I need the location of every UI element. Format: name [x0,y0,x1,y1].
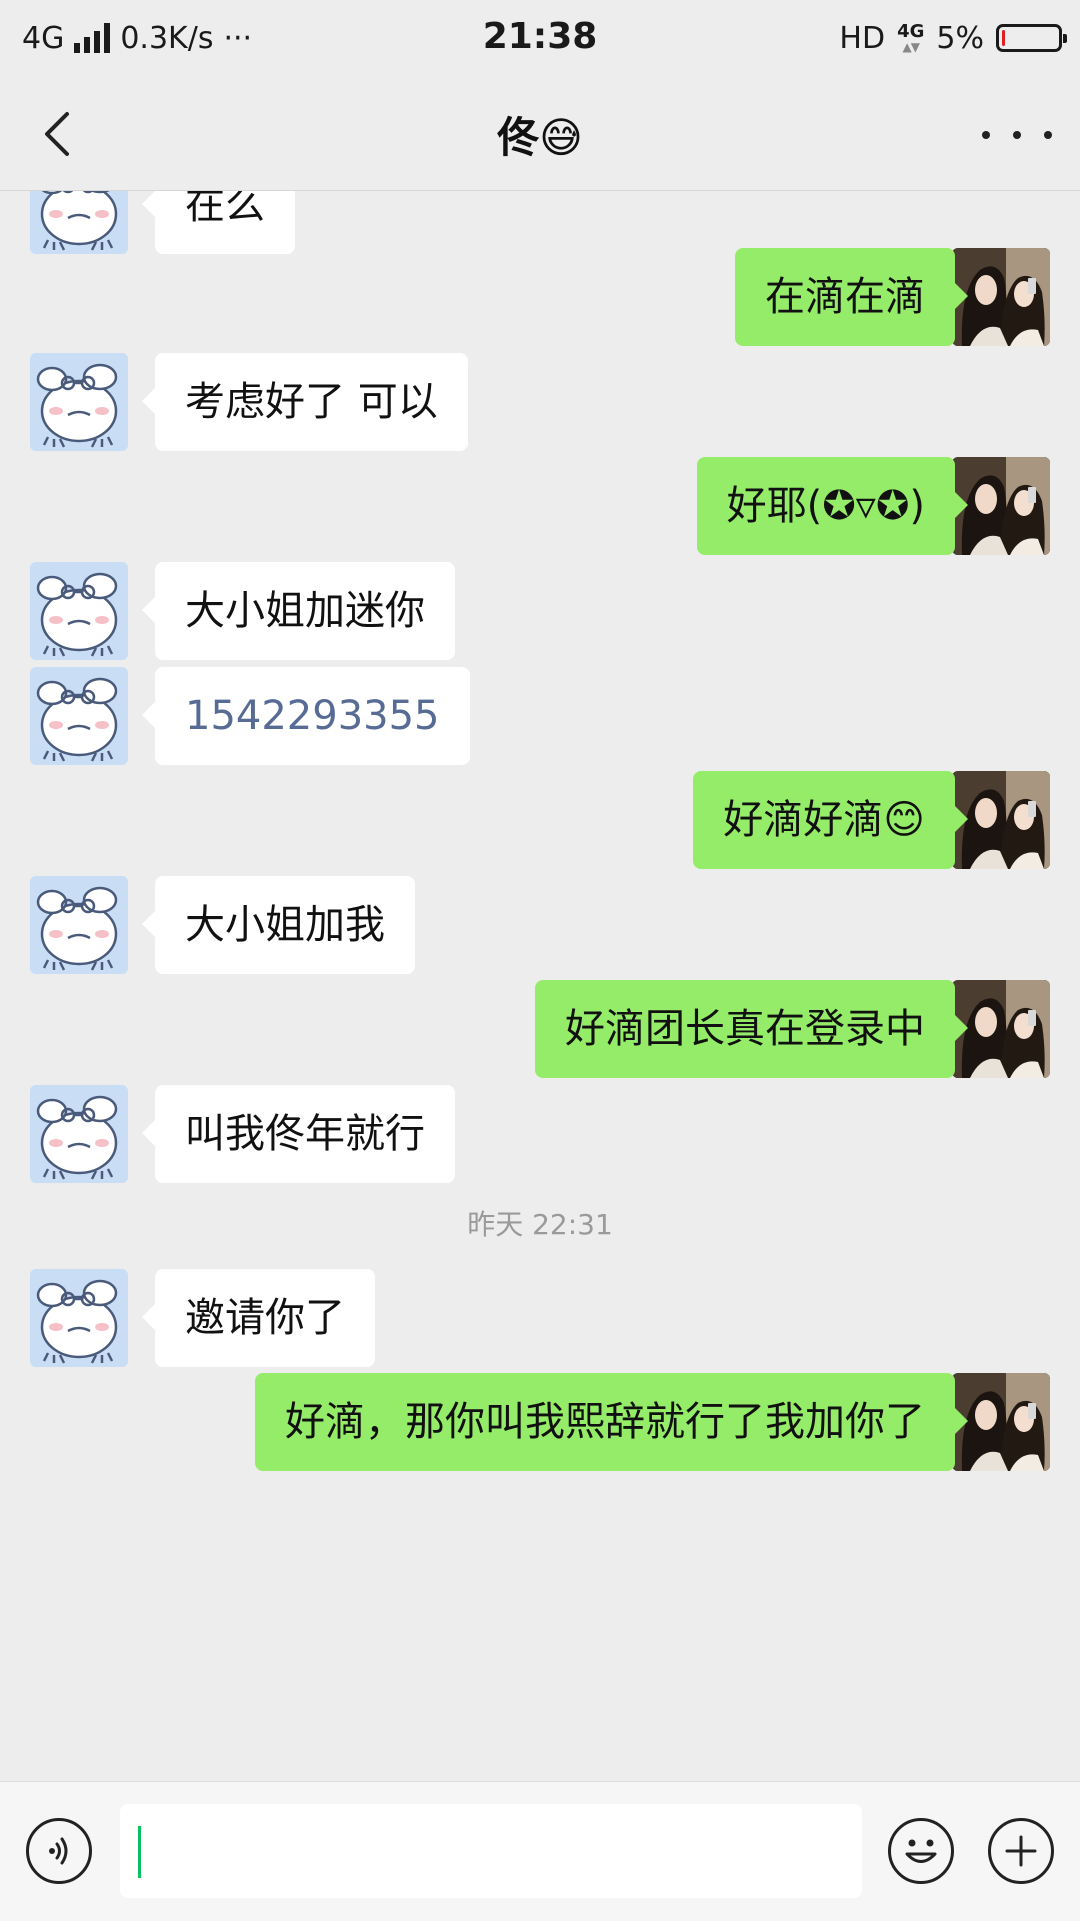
battery-level [1002,30,1005,46]
contact-avatar[interactable] [30,353,128,451]
data-arrows-icon: ▲▼ [902,40,920,54]
outgoing-message-bubble[interactable]: 在滴在滴 [735,248,968,346]
emoji-button[interactable] [888,1818,954,1884]
incoming-message-bubble[interactable]: 1542293355 [142,667,470,765]
message-input[interactable] [120,1804,862,1898]
contact-avatar[interactable] [30,1269,128,1367]
message-list[interactable]: 在么 在滴在滴 考虑好了 可以 好耶(✪▿✪) 大小姐加迷你 154229335… [0,191,1080,1781]
outgoing-message-bubble[interactable]: 好耶(✪▿✪) [696,457,969,555]
text-caret [138,1826,141,1878]
plus-button[interactable] [988,1818,1054,1884]
incoming-message-bubble[interactable]: 在么 [142,191,295,254]
emoji-icon [905,1839,937,1863]
incoming-message-bubble[interactable]: 邀请你了 [142,1269,375,1367]
contact-avatar[interactable] [30,667,128,765]
status-bar: 4G 0.3K/s ··· 21:38 HD 4G ▲▼ 5% [0,0,1080,76]
outgoing-message-bubble[interactable]: 好滴，那你叫我熙辞就行了我加你了 [255,1373,968,1471]
plus-icon [1005,1835,1037,1867]
more-dots-icon [982,131,990,139]
contact-avatar[interactable] [30,876,128,974]
incoming-message-bubble[interactable]: 考虑好了 可以 [142,353,468,451]
hd-label: HD [839,20,886,56]
message-timestamp: 昨天 22:31 [467,1208,613,1241]
battery-percent: 5% [936,20,984,56]
contact-avatar[interactable] [30,191,128,254]
voice-button[interactable] [26,1818,92,1884]
outgoing-message-bubble[interactable]: 好滴团长真在登录中 [535,980,968,1078]
contact-avatar[interactable] [30,562,128,660]
data-network-label: 4G [897,21,925,42]
incoming-message-bubble[interactable]: 叫我佟年就行 [142,1085,455,1183]
more-button[interactable] [982,110,1052,160]
incoming-message-bubble[interactable]: 大小姐加我 [142,876,415,974]
battery-icon [996,24,1067,52]
incoming-message-bubble[interactable]: 大小姐加迷你 [142,562,455,660]
input-bar [0,1781,1080,1921]
chat-title: 佟😅 [497,113,583,162]
voice-icon [49,1837,68,1865]
contact-avatar[interactable] [30,1085,128,1183]
outgoing-message-bubble[interactable]: 好滴好滴😊 [693,771,968,869]
data-network-icon: 4G ▲▼ [897,21,925,54]
status-right: HD 4G ▲▼ 5% [839,18,1067,58]
chat-header: 佟😅 [0,76,1080,191]
